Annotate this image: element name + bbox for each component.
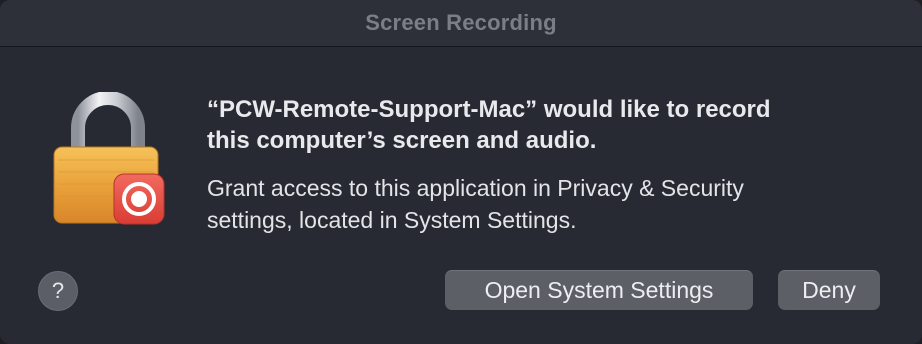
dialog-heading: “PCW-Remote-Support-Mac” would like to r… xyxy=(207,96,771,154)
help-button[interactable]: ? xyxy=(38,271,78,311)
lock-with-record-badge-icon xyxy=(53,92,165,225)
dialog-title: Screen Recording xyxy=(365,10,557,35)
open-system-settings-button[interactable]: Open System Settings xyxy=(445,270,753,310)
question-mark-icon: ? xyxy=(51,278,65,303)
title-bar: Screen Recording xyxy=(0,0,922,47)
deny-label: Deny xyxy=(802,277,856,303)
dialog-message: Grant access to this application in Priv… xyxy=(207,175,744,233)
deny-button[interactable]: Deny xyxy=(778,270,880,310)
screen-recording-dialog: Screen Recording “PCW-Remote-Support-Mac… xyxy=(0,0,922,344)
open-system-settings-label: Open System Settings xyxy=(484,277,714,303)
lock-icon xyxy=(44,92,174,232)
